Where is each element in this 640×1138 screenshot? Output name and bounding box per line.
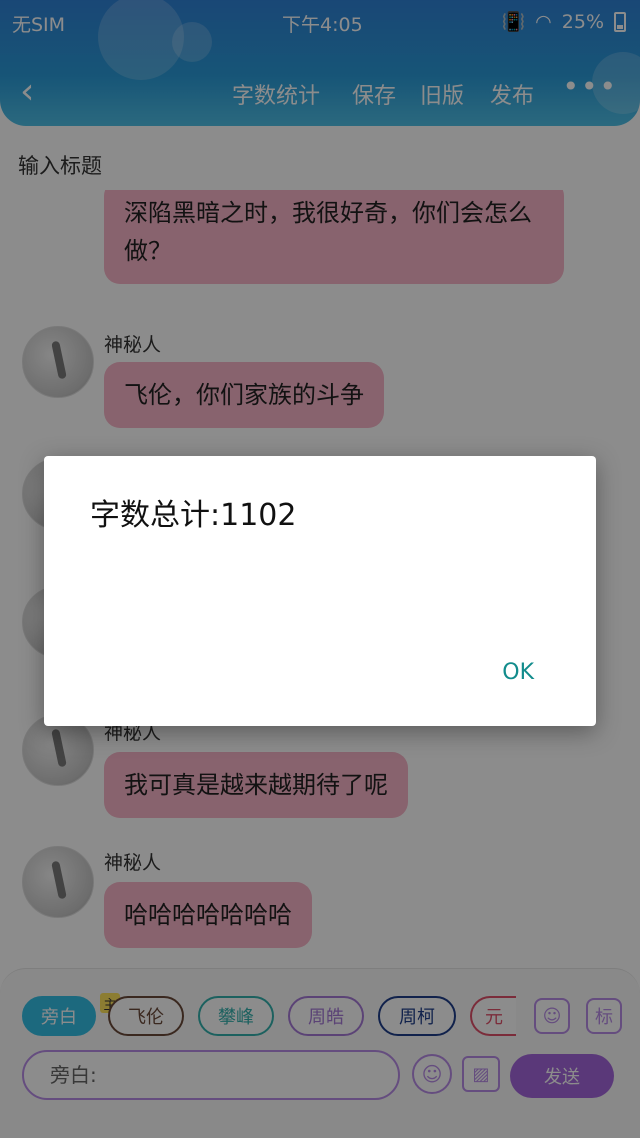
dialog-message: 字数总计:1102 (90, 498, 297, 533)
word-count-dialog: 字数总计:1102 OK (44, 456, 596, 726)
ok-button[interactable]: OK (502, 660, 534, 685)
